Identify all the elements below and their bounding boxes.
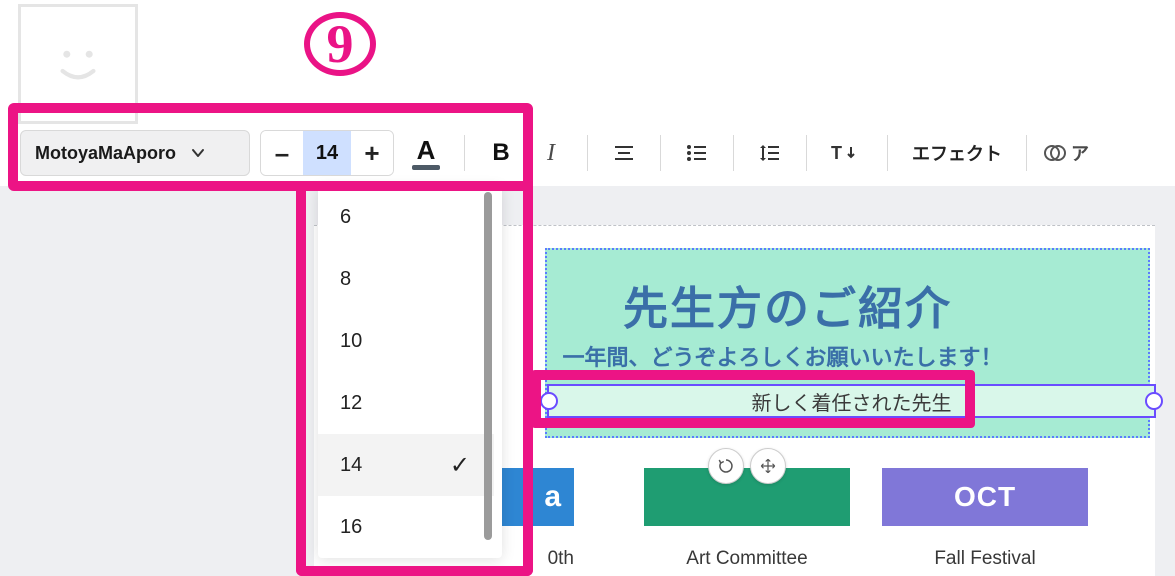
toolbar-divider bbox=[733, 135, 734, 171]
circles-icon bbox=[1043, 141, 1067, 165]
line-spacing-icon bbox=[758, 141, 782, 165]
annotation-number: 9 bbox=[327, 17, 354, 71]
smiley-icon bbox=[43, 29, 113, 99]
font-size-option-label: 14 bbox=[340, 454, 362, 477]
hero-subtitle: 一年間、どうぞよろしくお願いいたします！ bbox=[482, 340, 1083, 372]
font-size-option-label: 8 bbox=[340, 268, 351, 291]
text-color-swatch bbox=[412, 165, 440, 170]
svg-text:T: T bbox=[831, 143, 842, 163]
month-label: OCT bbox=[954, 481, 1016, 513]
font-size-option-label: 12 bbox=[340, 392, 362, 415]
font-size-option[interactable]: 8 bbox=[318, 248, 494, 310]
font-family-name: MotoyaMaAporo bbox=[35, 143, 176, 164]
annotation-step-9: 9 bbox=[298, 2, 382, 86]
align-center-icon bbox=[612, 141, 636, 165]
hero-section[interactable]: 先生方のご紹介 一年間、どうぞよろしくお願いいたします！ 新しく着任された先生 bbox=[545, 248, 1150, 438]
font-size-option[interactable]: 6 bbox=[318, 186, 494, 248]
font-size-increase-button[interactable]: + bbox=[351, 131, 393, 175]
font-size-option[interactable]: 12 bbox=[318, 372, 494, 434]
font-size-option[interactable]: 10 bbox=[318, 310, 494, 372]
font-size-stepper: – 14 + bbox=[260, 130, 394, 176]
font-size-value[interactable]: 14 bbox=[303, 131, 351, 175]
tile-caption-partial: 0th bbox=[548, 548, 574, 570]
animate-label-partial: ア bbox=[1071, 140, 1089, 166]
italic-button[interactable]: I bbox=[531, 130, 571, 176]
bullet-list-icon bbox=[685, 141, 709, 165]
text-transform-button[interactable]: T bbox=[823, 130, 871, 176]
month-tiles-row: a 0th Art Committee OCT Fall Festival bbox=[492, 468, 1088, 570]
vertical-text-icon: T bbox=[831, 141, 863, 165]
font-size-option-label: 16 bbox=[340, 516, 362, 539]
selected-textbox[interactable]: 新しく着任された先生 bbox=[547, 384, 1156, 418]
toolbar-divider bbox=[1026, 135, 1027, 171]
toolbar-divider bbox=[660, 135, 661, 171]
font-size-option-selected[interactable]: 14 ✓ bbox=[318, 434, 494, 496]
chevron-down-icon bbox=[190, 145, 206, 161]
rotate-handle-icon[interactable] bbox=[708, 448, 744, 484]
font-size-dropdown: 6 8 10 12 14 ✓ 16 bbox=[318, 186, 502, 558]
element-handles bbox=[708, 448, 786, 484]
effects-button[interactable]: エフェクト bbox=[904, 130, 1010, 176]
toolbar-divider bbox=[887, 135, 888, 171]
toolbar-divider bbox=[464, 135, 465, 171]
text-color-letter: A bbox=[417, 137, 436, 163]
move-handle-icon[interactable] bbox=[750, 448, 786, 484]
spacing-button[interactable] bbox=[750, 130, 790, 176]
selected-textbox-text: 新しく着任された先生 bbox=[752, 387, 952, 416]
smiley-placeholder bbox=[18, 4, 138, 124]
font-size-option-label: 10 bbox=[340, 330, 362, 353]
bold-button[interactable]: B bbox=[481, 130, 521, 176]
list-button[interactable] bbox=[677, 130, 717, 176]
align-button[interactable] bbox=[604, 130, 644, 176]
animate-button[interactable]: ア bbox=[1043, 130, 1089, 176]
font-size-option[interactable]: 16 bbox=[318, 496, 494, 558]
month-tile[interactable]: Art Committee bbox=[644, 468, 850, 570]
text-toolbar: MotoyaMaAporo – 14 + A B I bbox=[20, 125, 1175, 181]
font-size-option-label: 6 bbox=[340, 206, 351, 229]
check-icon: ✓ bbox=[450, 451, 470, 480]
month-label-partial: a bbox=[544, 480, 562, 514]
hero-title: 先生方のご紹介 bbox=[487, 272, 1088, 337]
font-size-decrease-button[interactable]: – bbox=[261, 131, 303, 175]
tile-caption: Art Committee bbox=[686, 548, 807, 570]
month-tile[interactable]: OCT Fall Festival bbox=[882, 468, 1088, 570]
toolbar-divider bbox=[806, 135, 807, 171]
text-color-button[interactable]: A bbox=[404, 130, 448, 176]
tile-caption: Fall Festival bbox=[934, 548, 1035, 570]
font-family-select[interactable]: MotoyaMaAporo bbox=[20, 130, 250, 176]
dropdown-scrollbar[interactable] bbox=[484, 192, 492, 540]
toolbar-divider bbox=[587, 135, 588, 171]
